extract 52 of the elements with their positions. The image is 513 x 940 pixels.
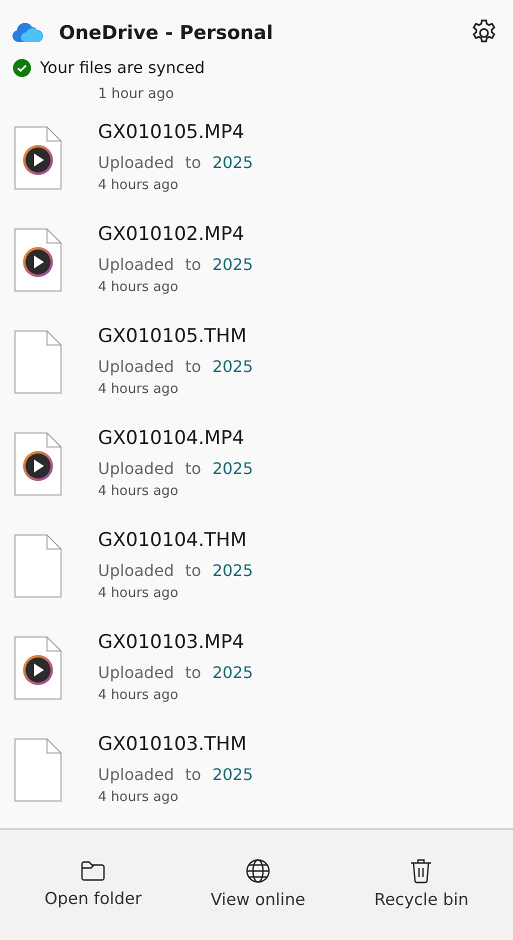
folder-icon <box>80 858 106 883</box>
upload-status: Uploaded <box>98 663 174 682</box>
upload-status: Uploaded <box>98 765 174 784</box>
footer-button[interactable]: Open folder <box>36 852 150 918</box>
footer-button[interactable]: Recycle bin <box>366 852 477 918</box>
folder-link[interactable]: 2025 <box>212 765 254 784</box>
upload-preposition: to <box>185 561 202 580</box>
upload-preposition: to <box>185 765 202 784</box>
file-time: 4 hours ago <box>98 278 180 296</box>
file-name[interactable]: GX010104.MP4 <box>98 426 254 450</box>
sync-status: Your files are synced <box>40 57 205 79</box>
file-time: 4 hours ago <box>98 176 180 194</box>
folder-link[interactable]: 2025 <box>212 561 254 580</box>
upload-status: Uploaded <box>98 153 174 172</box>
upload-preposition: to <box>185 153 202 172</box>
file-name[interactable]: GX010105.THM <box>98 324 254 348</box>
cloud-icon <box>12 23 43 43</box>
upload-status: Uploaded <box>98 561 174 580</box>
file-time: 1 hour ago <box>98 86 175 104</box>
upload-preposition: to <box>185 357 202 376</box>
file-name[interactable]: GX010104.THM <box>98 528 254 552</box>
file-name[interactable]: GX010102.MP4 <box>98 222 254 246</box>
video-file-icon <box>14 228 62 292</box>
file-icon <box>14 534 62 598</box>
globe-icon <box>244 858 271 884</box>
file-name[interactable]: GX010103.THM <box>98 732 254 756</box>
file-time: 4 hours ago <box>98 788 180 806</box>
file-icon <box>14 738 62 802</box>
video-file-icon <box>14 432 62 496</box>
video-file-icon <box>14 126 62 190</box>
folder-link[interactable]: 2025 <box>212 255 254 274</box>
file-time: 4 hours ago <box>98 380 180 398</box>
upload-status: Uploaded <box>98 357 174 376</box>
trash-icon <box>409 858 434 884</box>
upload-status: Uploaded <box>98 459 174 478</box>
file-name[interactable]: GX010105.MP4 <box>98 120 254 144</box>
upload-preposition: to <box>185 663 202 682</box>
footer-button[interactable]: View online <box>202 852 314 918</box>
file-time: 4 hours ago <box>98 686 180 704</box>
folder-link[interactable]: 2025 <box>212 357 254 376</box>
folder-link[interactable]: 2025 <box>212 663 254 682</box>
app-title: OneDrive - Personal <box>59 20 274 46</box>
file-name[interactable]: GX010103.MP4 <box>98 630 254 654</box>
folder-link[interactable]: 2025 <box>212 153 254 172</box>
upload-status: Uploaded <box>98 255 174 274</box>
folder-link[interactable]: 2025 <box>212 459 254 478</box>
upload-preposition: to <box>185 255 202 274</box>
upload-preposition: to <box>185 459 202 478</box>
file-time: 4 hours ago <box>98 584 180 602</box>
file-icon <box>14 330 62 394</box>
file-time: 4 hours ago <box>98 482 180 500</box>
video-file-icon <box>14 636 62 700</box>
